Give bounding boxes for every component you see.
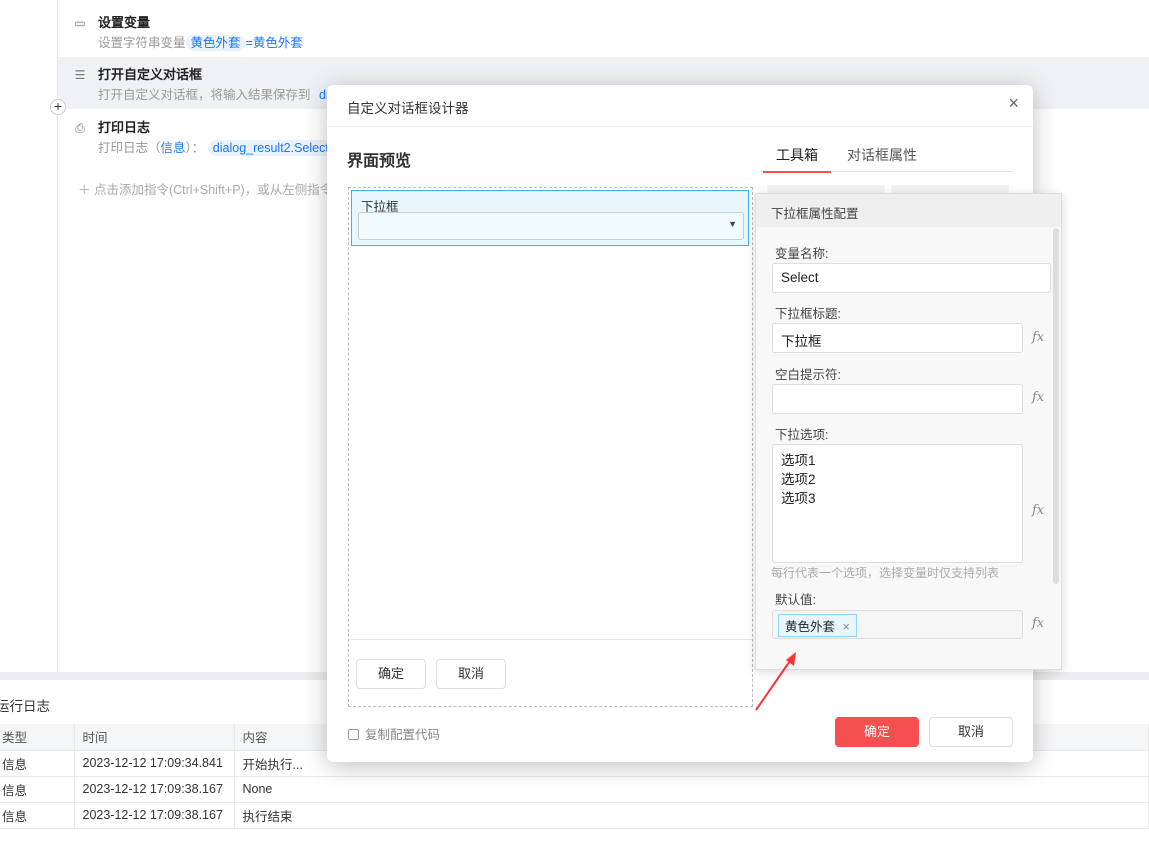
select-properties-popup: 下拉框属性配置 变量名称: Select 下拉框标题: 下拉框 fx 空白提示符…: [755, 193, 1062, 670]
tab-dialog-properties[interactable]: 对话框属性: [847, 145, 917, 165]
table-row: 信息 2023-12-12 17:09:38.167 None: [0, 776, 1149, 803]
chevron-down-icon: ▼: [728, 219, 737, 229]
variable-name-input[interactable]: Select: [772, 263, 1051, 293]
step-set-variable[interactable]: ▭ 设置变量 设置字符串变量 黄色外套 =黄色外套: [58, 5, 1149, 57]
select-title-input[interactable]: 下拉框: [772, 323, 1023, 353]
fx-icon[interactable]: fx: [1032, 390, 1044, 405]
close-icon[interactable]: ×: [1008, 93, 1019, 114]
remove-tag-icon[interactable]: ×: [843, 620, 850, 634]
cancel-button[interactable]: 取消: [929, 717, 1013, 747]
dialog-icon: ☰: [74, 68, 86, 82]
log-title: 运行日志: [0, 699, 50, 714]
variable-chip: 黄色外套: [185, 35, 246, 51]
fx-icon[interactable]: fx: [1032, 616, 1044, 631]
preview-title: 界面预览: [347, 153, 412, 170]
dialog-title: 自定义对话框设计器: [347, 101, 469, 116]
preview-cancel-button[interactable]: 取消: [436, 659, 506, 689]
fx-icon[interactable]: fx: [1032, 330, 1044, 345]
annotation-arrow-icon: [755, 652, 796, 711]
placeholder-input[interactable]: [772, 384, 1023, 414]
variable-icon: ▭: [74, 16, 86, 30]
ok-button[interactable]: 确定: [835, 717, 919, 747]
copy-code-checkbox[interactable]: 复制配置代码: [348, 724, 440, 743]
preview-ok-button[interactable]: 确定: [356, 659, 426, 689]
default-value-input[interactable]: 黄色外套 ×: [772, 610, 1023, 639]
default-tag: 黄色外套 ×: [778, 614, 857, 637]
popup-title: 下拉框属性配置: [756, 194, 1061, 227]
printer-icon: ⎙: [75, 121, 85, 135]
scrollbar[interactable]: [1053, 228, 1059, 584]
fx-icon[interactable]: fx: [1032, 503, 1044, 518]
preview-select-field[interactable]: 下拉框 ▼: [351, 190, 749, 246]
tab-toolbox[interactable]: 工具箱: [763, 145, 831, 173]
preview-canvas: 下拉框 ▼ 确定 取消: [348, 187, 753, 707]
table-row: 信息 2023-12-12 17:09:38.167 执行结束: [0, 802, 1149, 829]
options-textarea[interactable]: 选项1 选项2 选项3: [772, 444, 1023, 563]
